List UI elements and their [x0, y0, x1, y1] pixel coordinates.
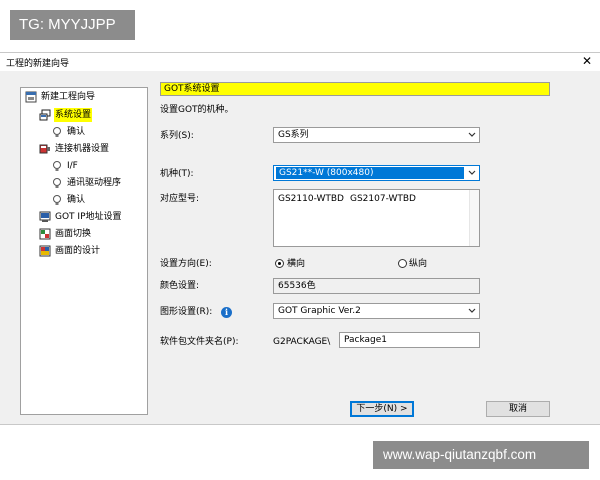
wizard-window: 工程的新建向导 ✕ 新建工程向导 系统设置 确认 连接机器设置 I/F 通讯驱动… — [0, 52, 600, 425]
list-item: GS2107-WTBD — [350, 194, 416, 204]
color-value: 65536色 — [278, 281, 316, 291]
section-header: GOT系统设置 — [160, 82, 550, 96]
radio-landscape-label: 横向 — [287, 259, 306, 269]
model-select[interactable]: GS21**-W (800x480) — [273, 165, 480, 181]
chevron-down-icon — [468, 170, 476, 175]
graphic-value: GOT Graphic Ver.2 — [278, 306, 361, 316]
list-item: GS2110-WTBD — [278, 194, 344, 204]
radio-landscape[interactable] — [275, 259, 284, 268]
watermark-bottom-right: www.wap-qiutanzqbf.com — [373, 441, 589, 469]
types-label: 对应型号: — [160, 194, 200, 204]
package-value: Package1 — [344, 335, 388, 345]
connection-icon — [39, 144, 50, 154]
cancel-button[interactable]: 取消 — [486, 401, 550, 417]
model-value: GS21**-W (800x480) — [276, 167, 464, 179]
chevron-down-icon — [468, 132, 476, 137]
wizard-icon — [25, 91, 37, 103]
graphic-label: 图形设置(R): — [160, 307, 213, 317]
intro-text: 设置GOT的机种。 — [160, 105, 234, 115]
screen-switch-icon — [39, 228, 51, 240]
next-button[interactable]: 下一步(N) > — [350, 401, 414, 417]
bulb-icon — [53, 127, 61, 137]
series-select[interactable]: GS系列 — [273, 127, 480, 143]
network-icon — [39, 211, 51, 222]
package-label: 软件包文件夹名(P): — [160, 337, 239, 347]
color-label: 颜色设置: — [160, 281, 200, 291]
model-label: 机种(T): — [160, 169, 194, 179]
bulb-icon — [53, 178, 61, 188]
color-field: 65536色 — [273, 278, 480, 294]
bulb-icon — [53, 161, 61, 171]
info-icon[interactable]: i — [221, 307, 232, 318]
screen-design-icon — [39, 245, 51, 257]
orientation-label: 设置方向(E): — [160, 259, 212, 269]
watermark-top-left: TG: MYYJJPP — [10, 10, 135, 40]
chevron-down-icon — [468, 308, 476, 313]
bulb-icon — [53, 195, 61, 205]
package-prefix: G2PACKAGE\ — [273, 337, 331, 347]
series-label: 系列(S): — [160, 131, 194, 141]
package-input[interactable]: Package1 — [339, 332, 480, 348]
radio-portrait-label: 纵向 — [409, 259, 428, 269]
types-list[interactable]: GS2110-WTBD GS2107-WTBD — [273, 189, 480, 247]
title-bar: 工程的新建向导 ✕ — [0, 53, 600, 71]
radio-portrait[interactable] — [398, 259, 407, 268]
wizard-tree: 新建工程向导 系统设置 确认 连接机器设置 I/F 通讯驱动程序 确认 GOT — [20, 87, 148, 415]
scrollbar[interactable] — [469, 190, 479, 246]
system-settings-icon — [39, 109, 51, 121]
window-title: 工程的新建向导 — [6, 59, 70, 69]
graphic-select[interactable]: GOT Graphic Ver.2 — [273, 303, 480, 319]
close-icon[interactable]: ✕ — [580, 54, 594, 68]
series-value: GS系列 — [278, 130, 309, 140]
